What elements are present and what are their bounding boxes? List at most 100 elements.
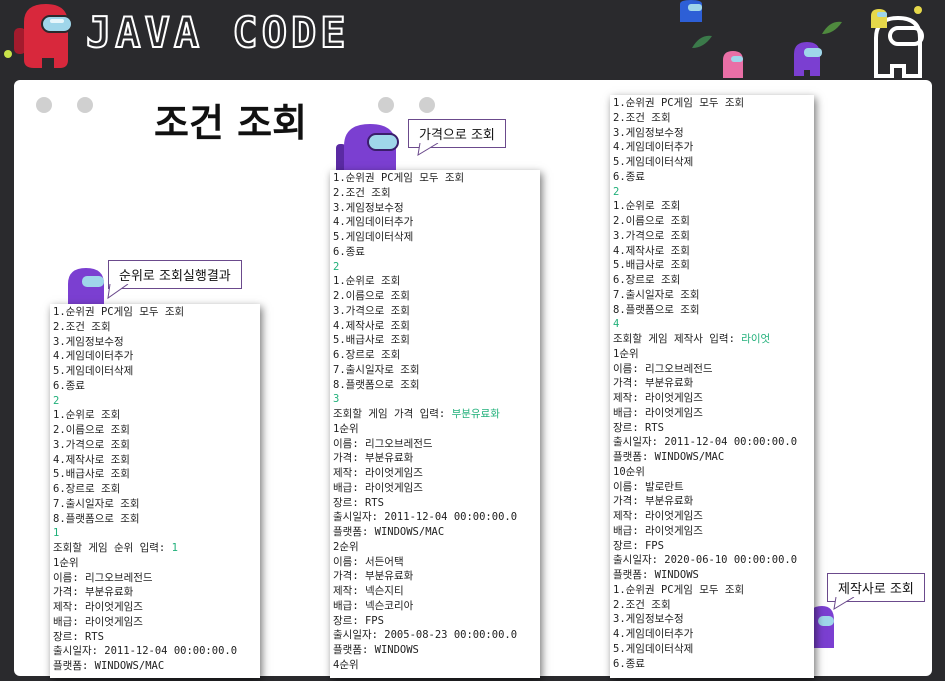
console-line-text: 조회할 게임 제작사 입력: [613, 333, 742, 345]
console-line-text: 배급: 넥슨코리아 [333, 599, 414, 612]
console-line-text: 5.배급사로 조회 [53, 468, 130, 481]
console-line: 배급: 넥슨코리아 [333, 599, 537, 614]
console-line-text: 플랫폼: WINDOWS [333, 644, 419, 656]
console-line: 가격: 부분유료화 [333, 569, 537, 584]
console-line: 2.이름으로 조회 [333, 289, 537, 304]
console-line: 출시일자: 2011-12-04 00:00:00.0 [613, 435, 811, 450]
console-line-text: 이름: 리그오브레전드 [613, 362, 713, 375]
console-line-text: 제작: 넥슨지티 [333, 585, 404, 597]
console-line-text: 2순위 [333, 540, 359, 553]
console-line: 3.게임정보수정 [53, 335, 257, 350]
console-line: 5.게임데이터삭제 [333, 230, 537, 245]
console-line-text: 배급: 라이엇게임즈 [53, 615, 143, 628]
console-line-text: 1.순위로 조회 [53, 409, 121, 422]
console-line-text: 4.제작사로 조회 [333, 319, 410, 332]
console-line: 4.제작사로 조회 [333, 319, 537, 334]
console-line: 3.가격으로 조회 [53, 438, 257, 453]
console-line-text: 6.종료 [613, 170, 645, 183]
console-line: 장르: FPS [613, 539, 811, 554]
console-line-text: 10순위 [613, 465, 645, 478]
console-line: 장르: RTS [53, 630, 257, 645]
console-line: 출시일자: 2011-12-04 00:00:00.0 [53, 644, 257, 659]
console-line-text: 5.게임데이터삭제 [613, 156, 694, 168]
console-line: 1순위 [613, 347, 811, 362]
purple-crewmate-icon [794, 42, 822, 76]
console-line-text: 2 [333, 260, 340, 273]
console-output-rank: 1.순위권 PC게임 모두 조회 2.조건 조회 3.게임정보수정 4.게임데이터추가… [50, 304, 260, 678]
console-line-text: 6.종료 [613, 657, 645, 670]
console-line: 3.게임정보수정 [613, 612, 811, 627]
console-line-text: 플랫폼: WINDOWS/MAC [613, 451, 725, 463]
console-line: 2.조건 조회 [613, 111, 811, 126]
console-line-text: 장르: RTS [613, 421, 664, 434]
console-line: 1.순위권 PC게임 모두 조회 [613, 96, 811, 111]
blue-crewmate-icon [680, 0, 702, 22]
console-line-text: 5.배급사로 조회 [613, 259, 690, 272]
console-line: 4.제작사로 조회 [613, 244, 811, 259]
console-line: 4.게임데이터추가 [333, 215, 537, 230]
console-line: 조회할 게임 제작사 입력: 라이엇 [613, 332, 811, 347]
console-line: 1 [53, 526, 257, 541]
console-line-text: 7.출시일자로 조회 [333, 363, 420, 376]
console-line-text: 5.배급사로 조회 [333, 334, 410, 347]
star-icon [4, 50, 12, 58]
console-line-text: 출시일자: 2011-12-04 00:00:00.0 [613, 436, 798, 449]
console-line: 6.장르로 조회 [613, 273, 811, 288]
console-line-text: 1.순위권 PC게임 모두 조회 [613, 583, 745, 596]
console-line: 10순위 [613, 465, 811, 480]
leaf-icon [822, 21, 842, 34]
decor-dot [378, 97, 394, 113]
console-line: 가격: 부분유료화 [613, 376, 811, 391]
console-line: 2.조건 조회 [333, 186, 537, 201]
console-line-text: 3.게임정보수정 [333, 201, 404, 214]
console-line-text: 1 [53, 527, 60, 540]
console-line: 조회할 게임 가격 입력: 부분유료화 [333, 407, 537, 422]
console-line: 2.이름으로 조회 [53, 423, 257, 438]
console-line: 8.플랫폼으로 조회 [613, 303, 811, 318]
console-line-text: 장르: RTS [333, 496, 384, 509]
console-line: 이름: 리그오브레전드 [613, 362, 811, 377]
purple-crewmate-icon [68, 268, 104, 304]
console-line-text: 5.게임데이터삭제 [53, 365, 134, 377]
console-line-text: 2.조건 조회 [53, 320, 111, 333]
console-line-text: 4.제작사로 조회 [613, 244, 690, 257]
console-line: 이름: 발로란트 [613, 480, 811, 495]
console-line: 제작: 라이엇게임즈 [333, 466, 537, 481]
console-line: 1순위 [333, 422, 537, 437]
console-line: 8.플랫폼으로 조회 [53, 512, 257, 527]
console-line: 출시일자: 2020-06-10 00:00:00.0 [613, 553, 811, 568]
console-line: 제작: 넥슨지티 [333, 584, 537, 599]
console-line-text: 4.게임데이터추가 [53, 350, 134, 363]
console-line: 플랫폼: WINDOWS/MAC [613, 450, 811, 465]
console-line-text: 3.게임정보수정 [613, 126, 684, 139]
console-line-text: 이름: 발로란트 [613, 480, 684, 493]
callout-tail [417, 143, 439, 156]
callout-rank-text: 순위로 조회실행결과 [119, 269, 231, 284]
console-line: 6.종료 [53, 379, 257, 394]
console-line: 5.배급사로 조회 [613, 258, 811, 273]
console-line-text: 1순위 [53, 556, 79, 569]
console-line: 가격: 부분유료화 [53, 585, 257, 600]
console-line-text: 7.출시일자로 조회 [53, 497, 140, 510]
console-user-input: 라이엇 [741, 333, 771, 345]
console-line-text: 가격: 부분유료화 [53, 586, 134, 599]
console-output-price: 1.순위권 PC게임 모두 조회 2.조건 조회 3.게임정보수정 4.게임데이터추가… [330, 170, 540, 678]
console-line-text: 8.플랫폼으로 조회 [333, 378, 420, 391]
callout-price-text: 가격으로 조회 [419, 128, 495, 143]
console-line: 6.종료 [613, 657, 811, 672]
console-line-text: 플랫폼: WINDOWS/MAC [333, 526, 445, 538]
console-line-text: 3.가격으로 조회 [613, 229, 690, 242]
console-line: 2 [53, 394, 257, 409]
console-line: 배급: 라이엇게임즈 [613, 524, 811, 539]
console-line: 장르: RTS [333, 496, 537, 511]
console-line-text: 장르: RTS [53, 630, 104, 643]
console-output-maker: 1.순위권 PC게임 모두 조회 2.조건 조회 3.게임정보수정 4.게임데이터추가… [610, 95, 814, 678]
console-line: 5.게임데이터삭제 [613, 642, 811, 657]
console-line-text: 제작: 라이엇게임즈 [613, 510, 703, 522]
console-line: 제작: 라이엇게임즈 [53, 600, 257, 615]
console-line-text: 제작: 라이엇게임즈 [333, 467, 423, 479]
console-line: 3.가격으로 조회 [613, 229, 811, 244]
console-line-text: 6.종료 [333, 245, 365, 258]
console-line: 배급: 라이엇게임즈 [53, 615, 257, 630]
console-line-text: 이름: 서든어택 [333, 555, 404, 568]
